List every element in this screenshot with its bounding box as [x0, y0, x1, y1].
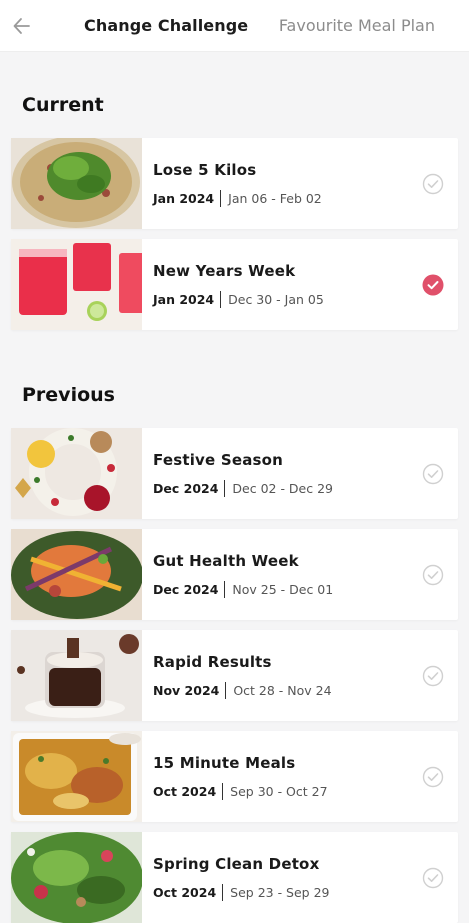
challenge-dates: Jan 2024 Dec 30 - Jan 05: [153, 290, 408, 308]
card-info: Lose 5 Kilos Jan 2024 Jan 06 - Feb 02: [142, 138, 408, 229]
challenge-name: Lose 5 Kilos: [153, 160, 257, 179]
challenge-card[interactable]: Festive Season Dec 2024 Dec 02 - Dec 29: [11, 428, 458, 519]
date-divider: [225, 681, 227, 699]
select-check[interactable]: [408, 731, 458, 822]
tab-favourite-meal-plan[interactable]: Favourite Meal Plan: [279, 16, 435, 35]
select-check[interactable]: [408, 832, 458, 923]
challenge-name: Spring Clean Detox: [153, 854, 320, 873]
festive-wreath-image: [11, 428, 142, 519]
card-info: 15 Minute Meals Oct 2024 Sep 30 - Oct 27: [142, 731, 408, 822]
challenge-name: Gut Health Week: [153, 551, 299, 570]
pizza-salad-image: [11, 138, 142, 229]
lasagna-image: [11, 731, 142, 822]
challenge-month: Jan 2024: [153, 291, 215, 307]
challenge-dates: Nov 2024 Oct 28 - Nov 24: [153, 681, 408, 699]
tab-change-challenge[interactable]: Change Challenge: [84, 16, 248, 35]
challenge-card[interactable]: New Years Week Jan 2024 Dec 30 - Jan 05: [11, 239, 458, 330]
check-circle-icon: [422, 766, 444, 787]
challenge-month: Oct 2024: [153, 884, 217, 900]
top-bar: Change Challenge Favourite Meal Plan: [0, 0, 469, 52]
challenge-card[interactable]: Rapid Results Nov 2024 Oct 28 - Nov 24: [11, 630, 458, 721]
challenge-dates: Jan 2024 Jan 06 - Feb 02: [153, 189, 408, 207]
challenge-month: Nov 2024: [153, 682, 220, 698]
previous-list: Festive Season Dec 2024 Dec 02 - Dec 29: [0, 428, 469, 923]
challenge-name: Festive Season: [153, 450, 284, 469]
challenge-name: 15 Minute Meals: [153, 753, 296, 772]
challenge-month: Dec 2024: [153, 480, 219, 496]
card-info: Rapid Results Nov 2024 Oct 28 - Nov 24: [142, 630, 408, 721]
challenge-range: Sep 23 - Sep 29: [230, 884, 330, 900]
chocolate-dessert-image: [11, 630, 142, 721]
check-circle-icon: [422, 173, 444, 194]
check-circle-icon: [422, 564, 444, 585]
date-divider: [224, 580, 226, 598]
card-info: Spring Clean Detox Oct 2024 Sep 23 - Sep…: [142, 832, 408, 923]
challenge-name: Rapid Results: [153, 652, 272, 671]
challenge-card[interactable]: Spring Clean Detox Oct 2024 Sep 23 - Sep…: [11, 832, 458, 923]
date-divider: [222, 782, 224, 800]
challenge-dates: Dec 2024 Dec 02 - Dec 29: [153, 479, 408, 497]
date-divider: [220, 290, 222, 308]
challenge-name: New Years Week: [153, 261, 296, 280]
select-check[interactable]: [408, 630, 458, 721]
date-divider: [220, 189, 222, 207]
current-list: Lose 5 Kilos Jan 2024 Jan 06 - Feb 02 Ne…: [0, 138, 469, 330]
challenge-card[interactable]: Lose 5 Kilos Jan 2024 Jan 06 - Feb 02: [11, 138, 458, 229]
challenge-range: Nov 25 - Dec 01: [232, 581, 334, 597]
check-circle-icon: [422, 867, 444, 888]
date-divider: [222, 883, 224, 901]
card-info: New Years Week Jan 2024 Dec 30 - Jan 05: [142, 239, 408, 330]
challenge-range: Sep 30 - Oct 27: [230, 783, 328, 799]
challenge-month: Dec 2024: [153, 581, 219, 597]
challenge-dates: Dec 2024 Nov 25 - Dec 01: [153, 580, 408, 598]
select-check[interactable]: [408, 529, 458, 620]
section-title-previous: Previous: [22, 384, 115, 406]
challenge-card[interactable]: 15 Minute Meals Oct 2024 Sep 30 - Oct 27: [11, 731, 458, 822]
check-circle-icon: [422, 463, 444, 484]
challenge-month: Jan 2024: [153, 190, 215, 206]
select-check[interactable]: [408, 138, 458, 229]
check-circle-icon: [422, 665, 444, 686]
challenge-range: Dec 02 - Dec 29: [232, 480, 333, 496]
select-check[interactable]: [408, 428, 458, 519]
salmon-salad-image: [11, 529, 142, 620]
card-info: Festive Season Dec 2024 Dec 02 - Dec 29: [142, 428, 408, 519]
challenge-dates: Oct 2024 Sep 23 - Sep 29: [153, 883, 408, 901]
back-button[interactable]: [0, 0, 44, 52]
back-arrow-icon: [13, 17, 30, 34]
select-check[interactable]: [408, 239, 458, 330]
red-drinks-image: [11, 239, 142, 330]
challenge-range: Oct 28 - Nov 24: [233, 682, 332, 698]
challenge-range: Jan 06 - Feb 02: [228, 190, 322, 206]
card-info: Gut Health Week Dec 2024 Nov 25 - Dec 01: [142, 529, 408, 620]
challenge-month: Oct 2024: [153, 783, 217, 799]
date-divider: [224, 479, 226, 497]
check-circle-filled-icon: [422, 274, 444, 295]
green-salad-image: [11, 832, 142, 923]
challenge-range: Dec 30 - Jan 05: [228, 291, 324, 307]
challenge-dates: Oct 2024 Sep 30 - Oct 27: [153, 782, 408, 800]
section-title-current: Current: [22, 94, 104, 116]
challenge-card[interactable]: Gut Health Week Dec 2024 Nov 25 - Dec 01: [11, 529, 458, 620]
